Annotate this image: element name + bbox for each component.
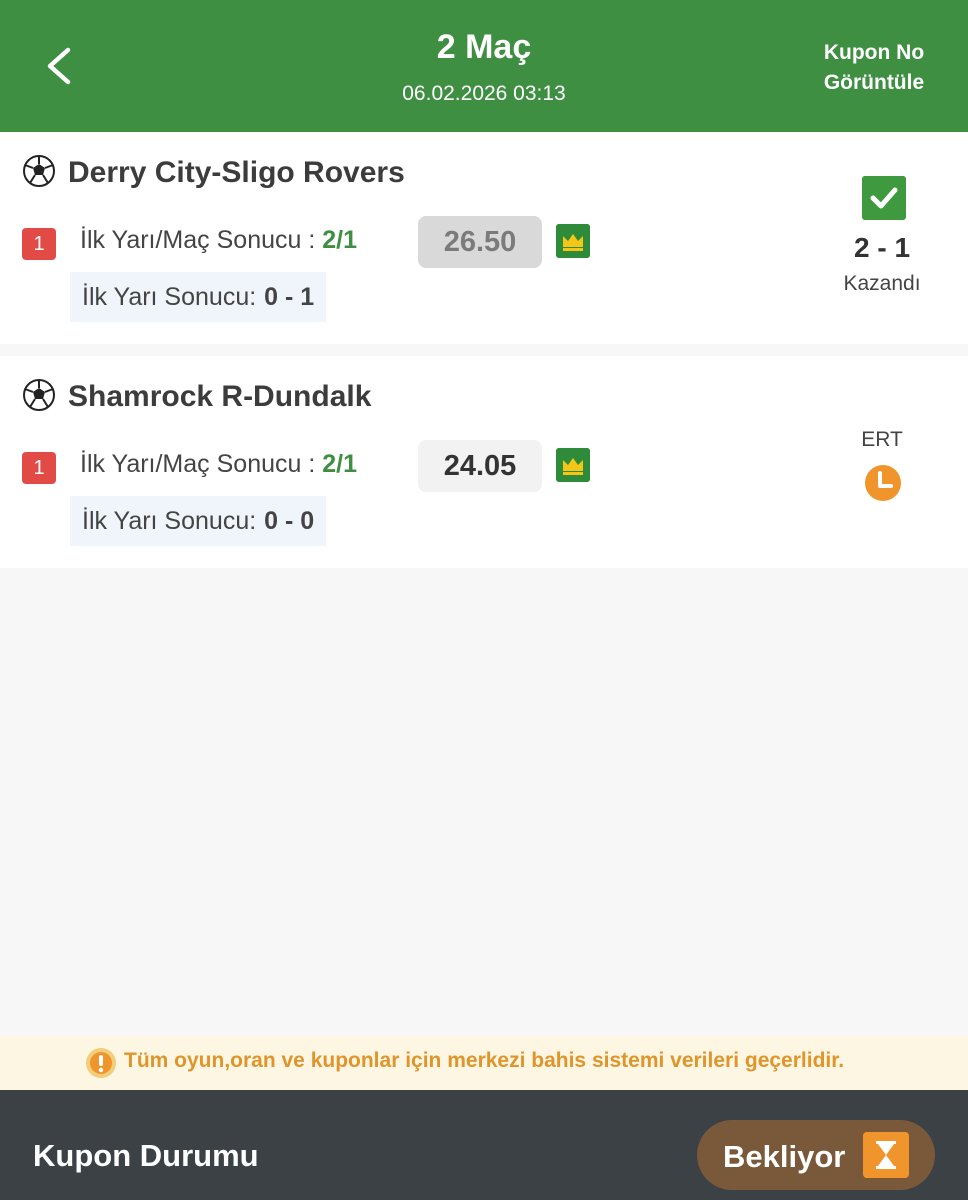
- match-title: Derry City-Sligo Rovers: [68, 156, 405, 189]
- crown-icon: [556, 224, 590, 258]
- info-notice: Tüm oyun,oran ve kuponlar için merkezi b…: [0, 1036, 968, 1090]
- crown-icon: [556, 448, 590, 482]
- bet-pick: 2/1: [322, 226, 358, 254]
- odds-value: 26.50: [418, 216, 542, 268]
- half-time-result: İlk Yarı Sonucu: 0 - 1: [70, 272, 327, 322]
- bottom-bar: Kupon Durumu Bekliyor: [0, 1090, 968, 1200]
- selection-number-badge: 1: [22, 452, 56, 484]
- match-card: Derry City-Sligo Rovers 1 İlk Yarı/Maç S…: [0, 132, 968, 344]
- soccer-ball-icon: [23, 155, 55, 187]
- view-coupon-number-button[interactable]: Kupon No Görüntüle: [814, 38, 934, 98]
- half-time-score: 0 - 0: [264, 507, 315, 535]
- bet-pick: 2/1: [322, 450, 358, 478]
- bet-market: İlk Yarı/Maç Sonucu : 2/1: [80, 450, 357, 479]
- bet-market-label: İlk Yarı/Maç Sonucu :: [80, 226, 323, 254]
- coupon-status-value: Bekliyor: [723, 1139, 846, 1174]
- half-time-result: İlk Yarı Sonucu: 0 - 0: [70, 496, 327, 546]
- view-coupon-number-line2: Görüntüle: [823, 71, 925, 94]
- odds-value: 24.05: [418, 440, 542, 492]
- status-label: ERT: [861, 428, 903, 451]
- half-time-label: İlk Yarı Sonucu:: [82, 283, 257, 311]
- notice-text: Tüm oyun,oran ve kuponlar için merkezi b…: [124, 1049, 845, 1072]
- bet-market-label: İlk Yarı/Maç Sonucu :: [80, 450, 323, 478]
- match-card: Shamrock R-Dundalk 1 İlk Yarı/Maç Sonucu…: [0, 356, 968, 568]
- view-coupon-number-line1: Kupon No: [823, 41, 925, 64]
- soccer-ball-icon: [23, 379, 55, 411]
- status-label: Kazandı: [843, 272, 921, 295]
- clock-icon: [865, 465, 901, 501]
- hourglass-icon: [863, 1132, 909, 1178]
- coupon-status-button[interactable]: Bekliyor: [697, 1120, 935, 1190]
- coupon-status-label: Kupon Durumu: [33, 1138, 259, 1173]
- final-score: 2 - 1: [853, 232, 911, 263]
- check-icon: [862, 176, 906, 220]
- half-time-score: 0 - 1: [264, 283, 315, 311]
- exclamation-icon: [86, 1048, 116, 1078]
- selection-number-badge: 1: [22, 228, 56, 260]
- top-bar: 2 Maç 06.02.2026 03:13 Kupon No Görüntül…: [0, 0, 968, 132]
- match-title: Shamrock R-Dundalk: [68, 380, 372, 413]
- half-time-label: İlk Yarı Sonucu:: [82, 507, 257, 535]
- bet-market: İlk Yarı/Maç Sonucu : 2/1: [80, 226, 357, 255]
